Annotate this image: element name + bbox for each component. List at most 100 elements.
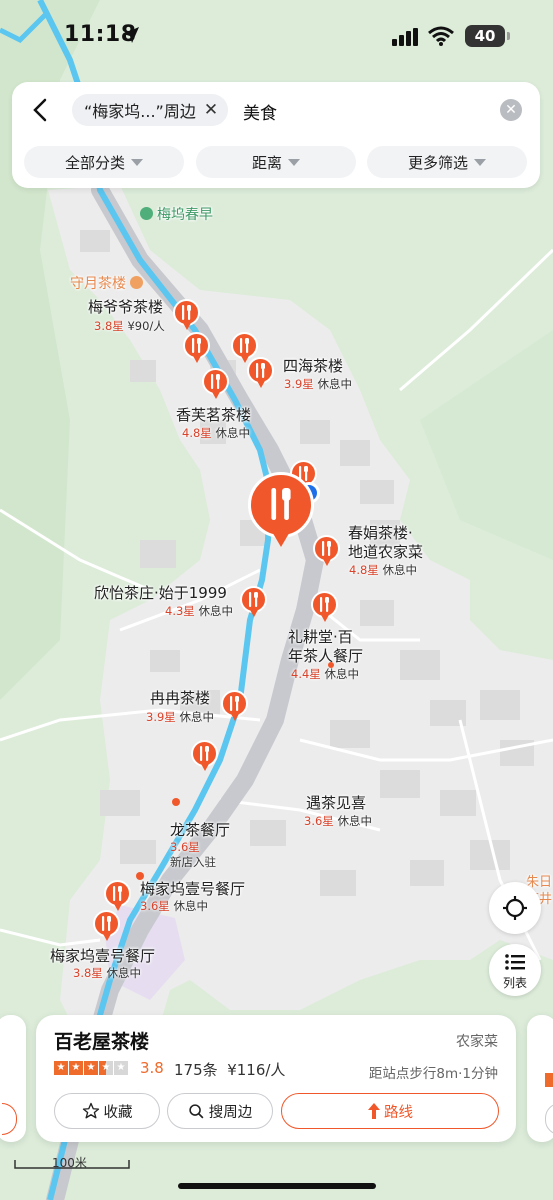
utensils-icon [240, 338, 249, 353]
star-outline-icon [82, 1102, 99, 1119]
poi-rating: 3.9星 [284, 377, 314, 391]
poi-dot[interactable] [172, 798, 180, 806]
filter-category-label: 全部分类 [64, 153, 125, 172]
prev-card-peek[interactable] [0, 1015, 26, 1142]
utensils-icon [249, 592, 258, 607]
search-query[interactable]: 美食 [243, 99, 277, 124]
restaurant-pin[interactable] [183, 332, 210, 367]
filter-distance-label: 距离 [251, 153, 282, 172]
star-half-icon: ★ [99, 1061, 113, 1075]
filter-more[interactable]: 更多筛选 [367, 146, 527, 178]
location-arrow-icon [123, 27, 139, 43]
poi-meta: 3.8星 休息中 [73, 965, 141, 981]
list-button[interactable]: 列表 [489, 944, 541, 996]
poi-info: ¥90/人 [127, 319, 165, 333]
restaurant-pin[interactable] [247, 357, 274, 392]
poi-rating: 4.8星 [349, 563, 379, 577]
poi-info: 休息中 [179, 710, 214, 724]
rating-stars: ★ ★ ★ ★ ★ [54, 1061, 129, 1075]
restaurant-pin[interactable] [221, 690, 248, 725]
next-card-peek[interactable] [527, 1015, 553, 1142]
poi-name[interactable]: 梅爷爷茶楼 [88, 298, 163, 317]
home-indicator[interactable] [178, 1183, 376, 1189]
reviews-price: 175条 ¥116/人 [174, 1059, 285, 1080]
utensils-icon [256, 363, 265, 378]
poi-name[interactable]: 四海茶楼 [283, 357, 343, 376]
poi-meta: 3.6星 休息中 [304, 813, 372, 829]
poi-meta: 4.3星 休息中 [165, 603, 233, 619]
filter-distance[interactable]: 距离 [196, 146, 356, 178]
poi-name[interactable]: 礼耕堂·百 年茶人餐厅 [288, 628, 363, 666]
restaurant-title[interactable]: 百老屋茶楼 [54, 1027, 149, 1054]
utensils-icon [322, 541, 331, 556]
nearby-search-button[interactable]: 搜周边 [167, 1093, 273, 1129]
restaurant-pin[interactable] [311, 591, 338, 626]
utensils-icon [182, 305, 191, 320]
poi-name[interactable]: 龙茶餐厅 [170, 821, 230, 840]
poi-rating: 3.6星 [140, 899, 170, 913]
star-icon: ★ [84, 1061, 98, 1075]
back-icon[interactable] [28, 96, 54, 124]
poi-dot[interactable] [328, 662, 334, 668]
poi-info: 休息中 [173, 899, 208, 913]
restaurant-category: 农家菜 [456, 1034, 498, 1050]
poi-name[interactable]: 遇茶见喜 [306, 794, 366, 813]
utensils-icon [200, 746, 209, 761]
route-arrow-icon [368, 1103, 380, 1119]
map-scale-label: 100米 [52, 1156, 87, 1170]
collect-button[interactable]: 收藏 [54, 1093, 160, 1129]
crosshair-icon [503, 896, 527, 920]
poi-info: 休息中 [317, 377, 352, 391]
poi-meta: 3.9星 休息中 [146, 709, 214, 725]
battery-cap [507, 32, 510, 40]
restaurant-pin[interactable] [240, 586, 267, 621]
star-icon: ★ [69, 1061, 83, 1075]
poi-info: 休息中 [382, 563, 417, 577]
restaurant-pin[interactable] [202, 368, 229, 403]
star-empty-icon: ★ [114, 1061, 128, 1075]
locate-button[interactable] [489, 882, 541, 934]
poi-rating: 4.8星 [182, 426, 212, 440]
teahouse-icon [130, 276, 143, 289]
poi-rating: 3.6星 [304, 814, 334, 828]
poi-info: 休息中 [324, 667, 359, 681]
restaurant-pin[interactable] [173, 299, 200, 334]
map-label-meiwuchunzao: 梅坞春早 [140, 206, 213, 225]
location-chip[interactable]: “梅家坞...”周边 ✕ [72, 94, 229, 126]
chevron-down-icon [288, 158, 300, 166]
map-label-shouyue: 守月茶楼 [70, 275, 143, 294]
restaurant-pin[interactable] [93, 910, 120, 945]
poi-name[interactable]: 香芙茗茶楼 [176, 406, 251, 425]
poi-rating: 3.8星 [94, 319, 124, 333]
poi-name[interactable]: 春娟茶楼· 地道农家菜 [348, 524, 423, 562]
list-label: 列表 [502, 976, 527, 990]
poi-name[interactable]: 梅家坞壹号餐厅 [50, 947, 155, 966]
route-label: 路线 [384, 1104, 413, 1121]
attraction-icon [140, 207, 153, 220]
restaurant-card[interactable]: 百老屋茶楼 农家菜 ★ ★ ★ ★ ★ 3.8 175条 ¥116/人 距站点步… [36, 1015, 516, 1142]
restaurant-pin[interactable] [313, 535, 340, 570]
chip-close-icon[interactable]: ✕ [204, 100, 218, 120]
poi-name[interactable]: 欣怡茶庄·始于1999 [94, 584, 227, 603]
poi-rating: 4.3星 [165, 604, 195, 618]
search-panel: “梅家坞...”周边 ✕ 美食 ✕ 全部分类 距离 更多筛选 [12, 82, 540, 188]
wifi-icon [428, 26, 454, 46]
utensils-icon [211, 374, 220, 389]
chevron-down-icon [131, 158, 143, 166]
poi-name[interactable]: 梅家坞壹号餐厅 [140, 880, 245, 899]
poi-info: 休息中 [215, 426, 250, 440]
route-button[interactable]: 路线 [281, 1093, 499, 1129]
restaurant-pin[interactable] [191, 740, 218, 775]
poi-rating: 4.4星 [291, 667, 321, 681]
poi-meta: 4.8星 休息中 [182, 425, 250, 441]
review-count: 175条 [174, 1061, 218, 1079]
clear-icon[interactable]: ✕ [500, 99, 522, 121]
poi-dot[interactable] [136, 872, 144, 880]
poi-meta: 3.9星 休息中 [284, 376, 352, 392]
poi-meta: 4.8星 休息中 [349, 562, 417, 578]
poi-meta: 3.6星 新店入驻 [170, 840, 216, 870]
poi-name[interactable]: 冉冉茶楼 [150, 689, 210, 708]
poi-meta: 3.6星 休息中 [140, 898, 208, 914]
filter-category[interactable]: 全部分类 [24, 146, 184, 178]
selected-restaurant-pin[interactable] [248, 472, 314, 552]
